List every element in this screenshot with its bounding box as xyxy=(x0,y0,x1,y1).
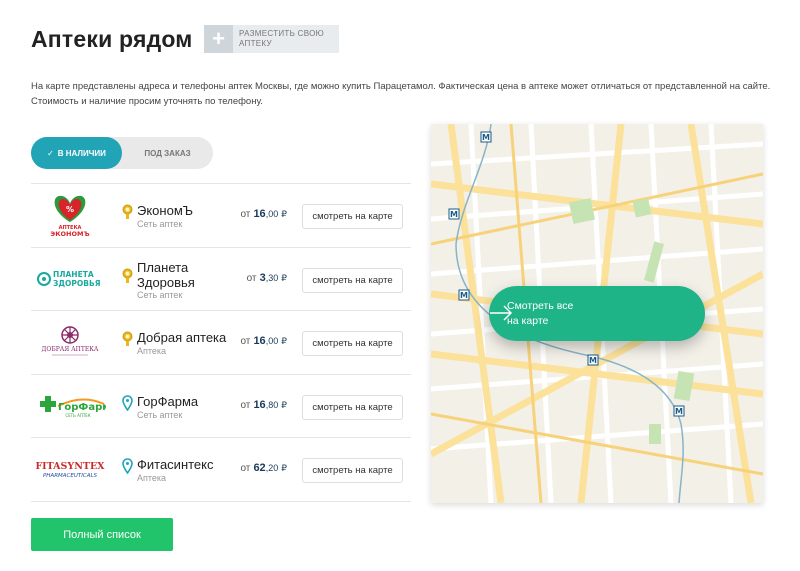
fitasyntex-logo: FITASYNTEX PHARMACEUTICALS xyxy=(31,438,109,500)
pharmacy-row: ГорФарма СЕТЬ АПТЕК ГорФарма Сеть аптек … xyxy=(31,375,411,438)
svg-text:PHARMACEUTICALS: PHARMACEUTICALS xyxy=(43,473,98,479)
pharmacy-row: ПЛАНЕТА ЗДОРОВЬЯ Планета Здоровья Сеть а… xyxy=(31,248,411,311)
pharmacy-type: Аптека xyxy=(137,346,167,356)
pharmacy-price: от 3,30 ₽ xyxy=(247,272,287,284)
svg-text:M: M xyxy=(675,407,683,416)
place-pharmacy-label: РАЗМЕСТИТЬ СВОЮ АПТЕКУ xyxy=(239,29,325,48)
arrow-right-icon xyxy=(490,305,513,321)
currency: ₽ xyxy=(281,336,287,346)
pharmacy-price: от 16,00 ₽ xyxy=(240,208,287,220)
view-on-map-button[interactable]: смотреть на карте xyxy=(302,458,403,483)
pharmacy-type: Сеть аптек xyxy=(137,289,183,300)
pharmacy-name: Планета Здоровья xyxy=(137,259,195,290)
view-all-on-map-button[interactable]: Смотреть все на карте xyxy=(489,286,705,341)
price-prefix: от xyxy=(240,463,251,474)
planeta-zdorovya-logo: ПЛАНЕТА ЗДОРОВЬЯ xyxy=(31,248,109,310)
teal-marker-icon xyxy=(122,458,133,474)
price-prefix: от xyxy=(240,336,251,347)
price-dec: ,00 xyxy=(265,336,279,346)
map-preview[interactable]: M M M M M Смотреть все на карте xyxy=(431,124,763,503)
price-int: 16 xyxy=(253,398,266,411)
svg-text:ДОБРАЯ АПТЕКА: ДОБРАЯ АПТЕКА xyxy=(42,346,99,353)
pharmacy-name: ЭкономЪ xyxy=(137,203,194,218)
price-prefix: от xyxy=(240,209,251,220)
price-prefix: от xyxy=(240,399,251,411)
svg-text:ГорФарма: ГорФарма xyxy=(58,402,106,413)
pharmacy-name: Добрая аптека xyxy=(137,330,227,345)
pharmacy-price: от 16,00 ₽ xyxy=(240,335,287,347)
svg-text:%: % xyxy=(66,205,74,214)
view-on-map-button[interactable]: смотреть на карте xyxy=(302,204,403,229)
price-int: 16 xyxy=(253,208,266,220)
tab-on-order-label: под заказ xyxy=(144,148,191,158)
pharmacy-row: % АПТЕКА ЭКОНОМЪ ЭкономЪ Сеть аптек от 1… xyxy=(31,184,411,248)
pharmacy-name: ГорФарма xyxy=(137,393,199,409)
check-icon: ✓ xyxy=(47,148,54,158)
svg-text:ПЛАНЕТА: ПЛАНЕТА xyxy=(53,270,94,279)
dobraya-apteka-logo: ДОБРАЯ АПТЕКА xyxy=(31,311,109,373)
pharmacy-list: % АПТЕКА ЭКОНОМЪ ЭкономЪ Сеть аптек от 1… xyxy=(31,183,411,502)
currency: ₽ xyxy=(281,399,287,410)
view-on-map-button[interactable]: смотреть на карте xyxy=(302,331,403,356)
pharmacy-type: Сеть аптек xyxy=(137,219,183,229)
svg-text:M: M xyxy=(589,356,597,365)
view-on-map-button[interactable]: смотреть на карте xyxy=(302,394,403,420)
svg-text:M: M xyxy=(450,210,458,219)
page-description: На карте представлены адреса и телефоны … xyxy=(31,81,771,107)
price-dec: ,80 xyxy=(265,399,279,410)
svg-text:M: M xyxy=(460,291,468,300)
currency: ₽ xyxy=(281,272,287,283)
currency: ₽ xyxy=(281,209,287,219)
price-dec: ,00 xyxy=(265,209,279,219)
page-title: Аптеки рядом xyxy=(31,26,193,52)
pharmacy-price: от 62,20 ₽ xyxy=(240,462,287,474)
tab-on-order[interactable]: под заказ xyxy=(122,137,213,169)
gorfarma-logo: ГорФарма СЕТЬ АПТЕК xyxy=(31,375,109,437)
gold-marker-icon xyxy=(122,204,133,219)
svg-text:СЕТЬ АПТЕК: СЕТЬ АПТЕК xyxy=(65,413,90,418)
teal-marker-icon xyxy=(122,394,133,411)
pharmacy-row: ДОБРАЯ АПТЕКА Добрая аптека Аптека от 16… xyxy=(31,311,411,375)
pharmacy-type: Аптека xyxy=(137,473,167,483)
svg-text:ЭКОНОМЪ: ЭКОНОМЪ xyxy=(50,230,89,238)
tab-in-stock-label: в наличии xyxy=(57,148,106,158)
tab-in-stock[interactable]: ✓ в наличии xyxy=(31,137,122,169)
pharmacy-name: Фитасинтекс xyxy=(137,457,214,472)
pharmacy-type: Сеть аптек xyxy=(137,409,183,420)
gold-marker-icon xyxy=(122,268,133,283)
price-prefix: от xyxy=(246,272,257,284)
price-int: 16 xyxy=(253,335,266,347)
view-all-on-map-label: Смотреть все на карте xyxy=(507,299,574,327)
price-dec: ,30 xyxy=(265,272,279,283)
svg-text:ЗДОРОВЬЯ: ЗДОРОВЬЯ xyxy=(53,279,101,288)
place-pharmacy-button[interactable]: + РАЗМЕСТИТЬ СВОЮ АПТЕКУ xyxy=(204,25,339,53)
gold-marker-icon xyxy=(122,331,133,346)
pharmacy-row: FITASYNTEX PHARMACEUTICALS Фитасинтекс А… xyxy=(31,438,411,502)
svg-text:M: M xyxy=(482,133,490,142)
price-int: 62 xyxy=(253,462,266,474)
price-dec: ,20 xyxy=(265,463,279,473)
pharmacy-price: от 16,80 ₽ xyxy=(240,399,287,411)
full-list-button[interactable]: Полный список xyxy=(31,518,173,551)
svg-text:FITASYNTEX: FITASYNTEX xyxy=(35,461,105,472)
ekonom-logo: % АПТЕКА ЭКОНОМЪ xyxy=(31,184,109,246)
plus-icon: + xyxy=(204,25,233,53)
availability-toggle: ✓ в наличии под заказ xyxy=(31,137,213,169)
view-on-map-button[interactable]: смотреть на карте xyxy=(302,267,403,293)
currency: ₽ xyxy=(281,463,287,473)
